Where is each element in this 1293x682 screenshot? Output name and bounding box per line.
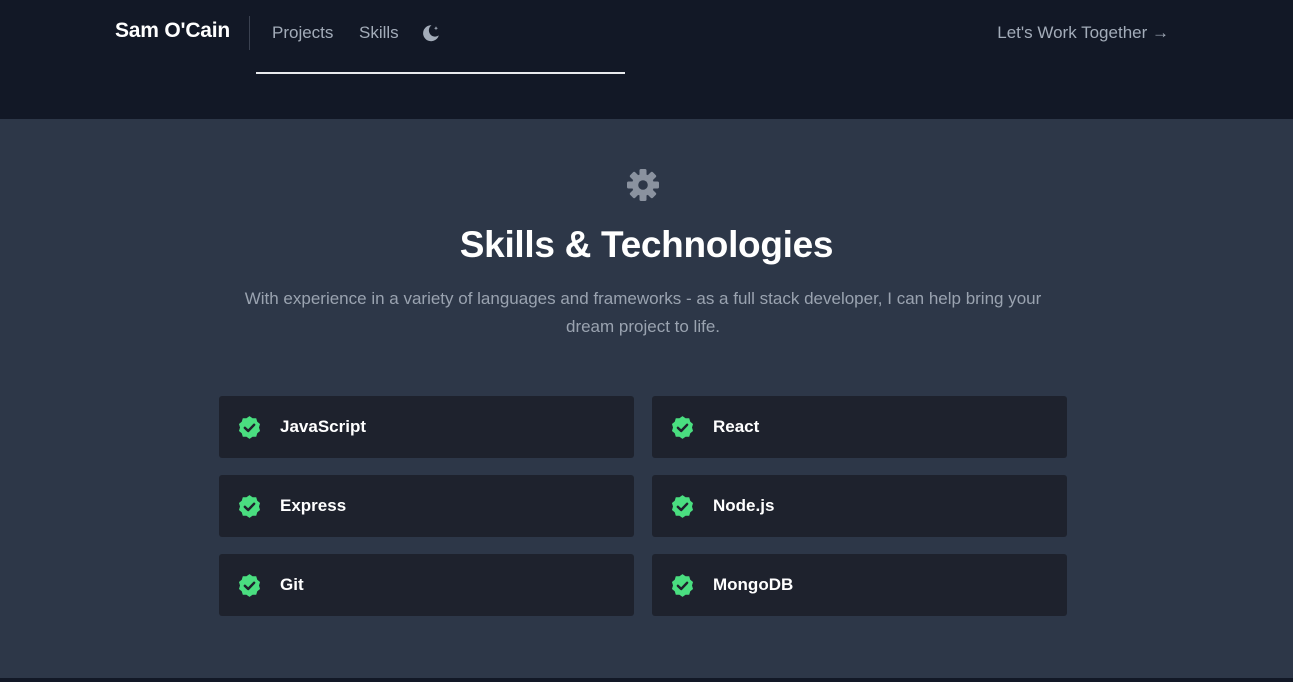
skills-grid: JavaScript React Express Node.js Git Mon… [219, 396, 1067, 616]
skill-card: Node.js [652, 475, 1067, 537]
verified-check-icon [238, 494, 261, 518]
verified-check-icon [671, 415, 694, 439]
verified-check-icon [671, 573, 694, 597]
skill-label: React [713, 417, 760, 436]
verified-check-icon [671, 494, 694, 518]
footer-edge [0, 678, 1293, 682]
gear-icon [627, 169, 659, 201]
skill-label: Git [280, 575, 304, 594]
skill-card: Express [219, 475, 634, 537]
skill-label: Node.js [713, 496, 775, 515]
nav-active-indicator [256, 72, 625, 74]
verified-check-icon [238, 415, 261, 439]
work-together-link[interactable]: Let's Work Together → [997, 23, 1169, 43]
skill-label: MongoDB [713, 575, 794, 594]
nav-link-projects[interactable]: Projects [272, 23, 333, 43]
theme-toggle-button[interactable] [420, 22, 442, 44]
verified-check-icon [238, 573, 261, 597]
section-title: Skills & Technologies [459, 224, 834, 265]
section-description: With experience in a variety of language… [244, 289, 1042, 336]
skills-section: Skills & Technologies With experience in… [0, 119, 1293, 678]
nav-link-skills[interactable]: Skills [359, 23, 399, 43]
skill-card: React [652, 396, 1067, 458]
skill-card: MongoDB [652, 554, 1067, 616]
skill-card: JavaScript [219, 396, 634, 458]
top-navigation: Sam O'Cain Projects Skills Let's Work To… [0, 0, 1293, 119]
brand-link[interactable]: Sam O'Cain [115, 19, 230, 43]
skill-card: Git [219, 554, 634, 616]
skill-label: Express [280, 496, 347, 515]
brand-divider [249, 16, 250, 50]
skill-label: JavaScript [280, 417, 366, 436]
moon-icon [423, 25, 439, 42]
